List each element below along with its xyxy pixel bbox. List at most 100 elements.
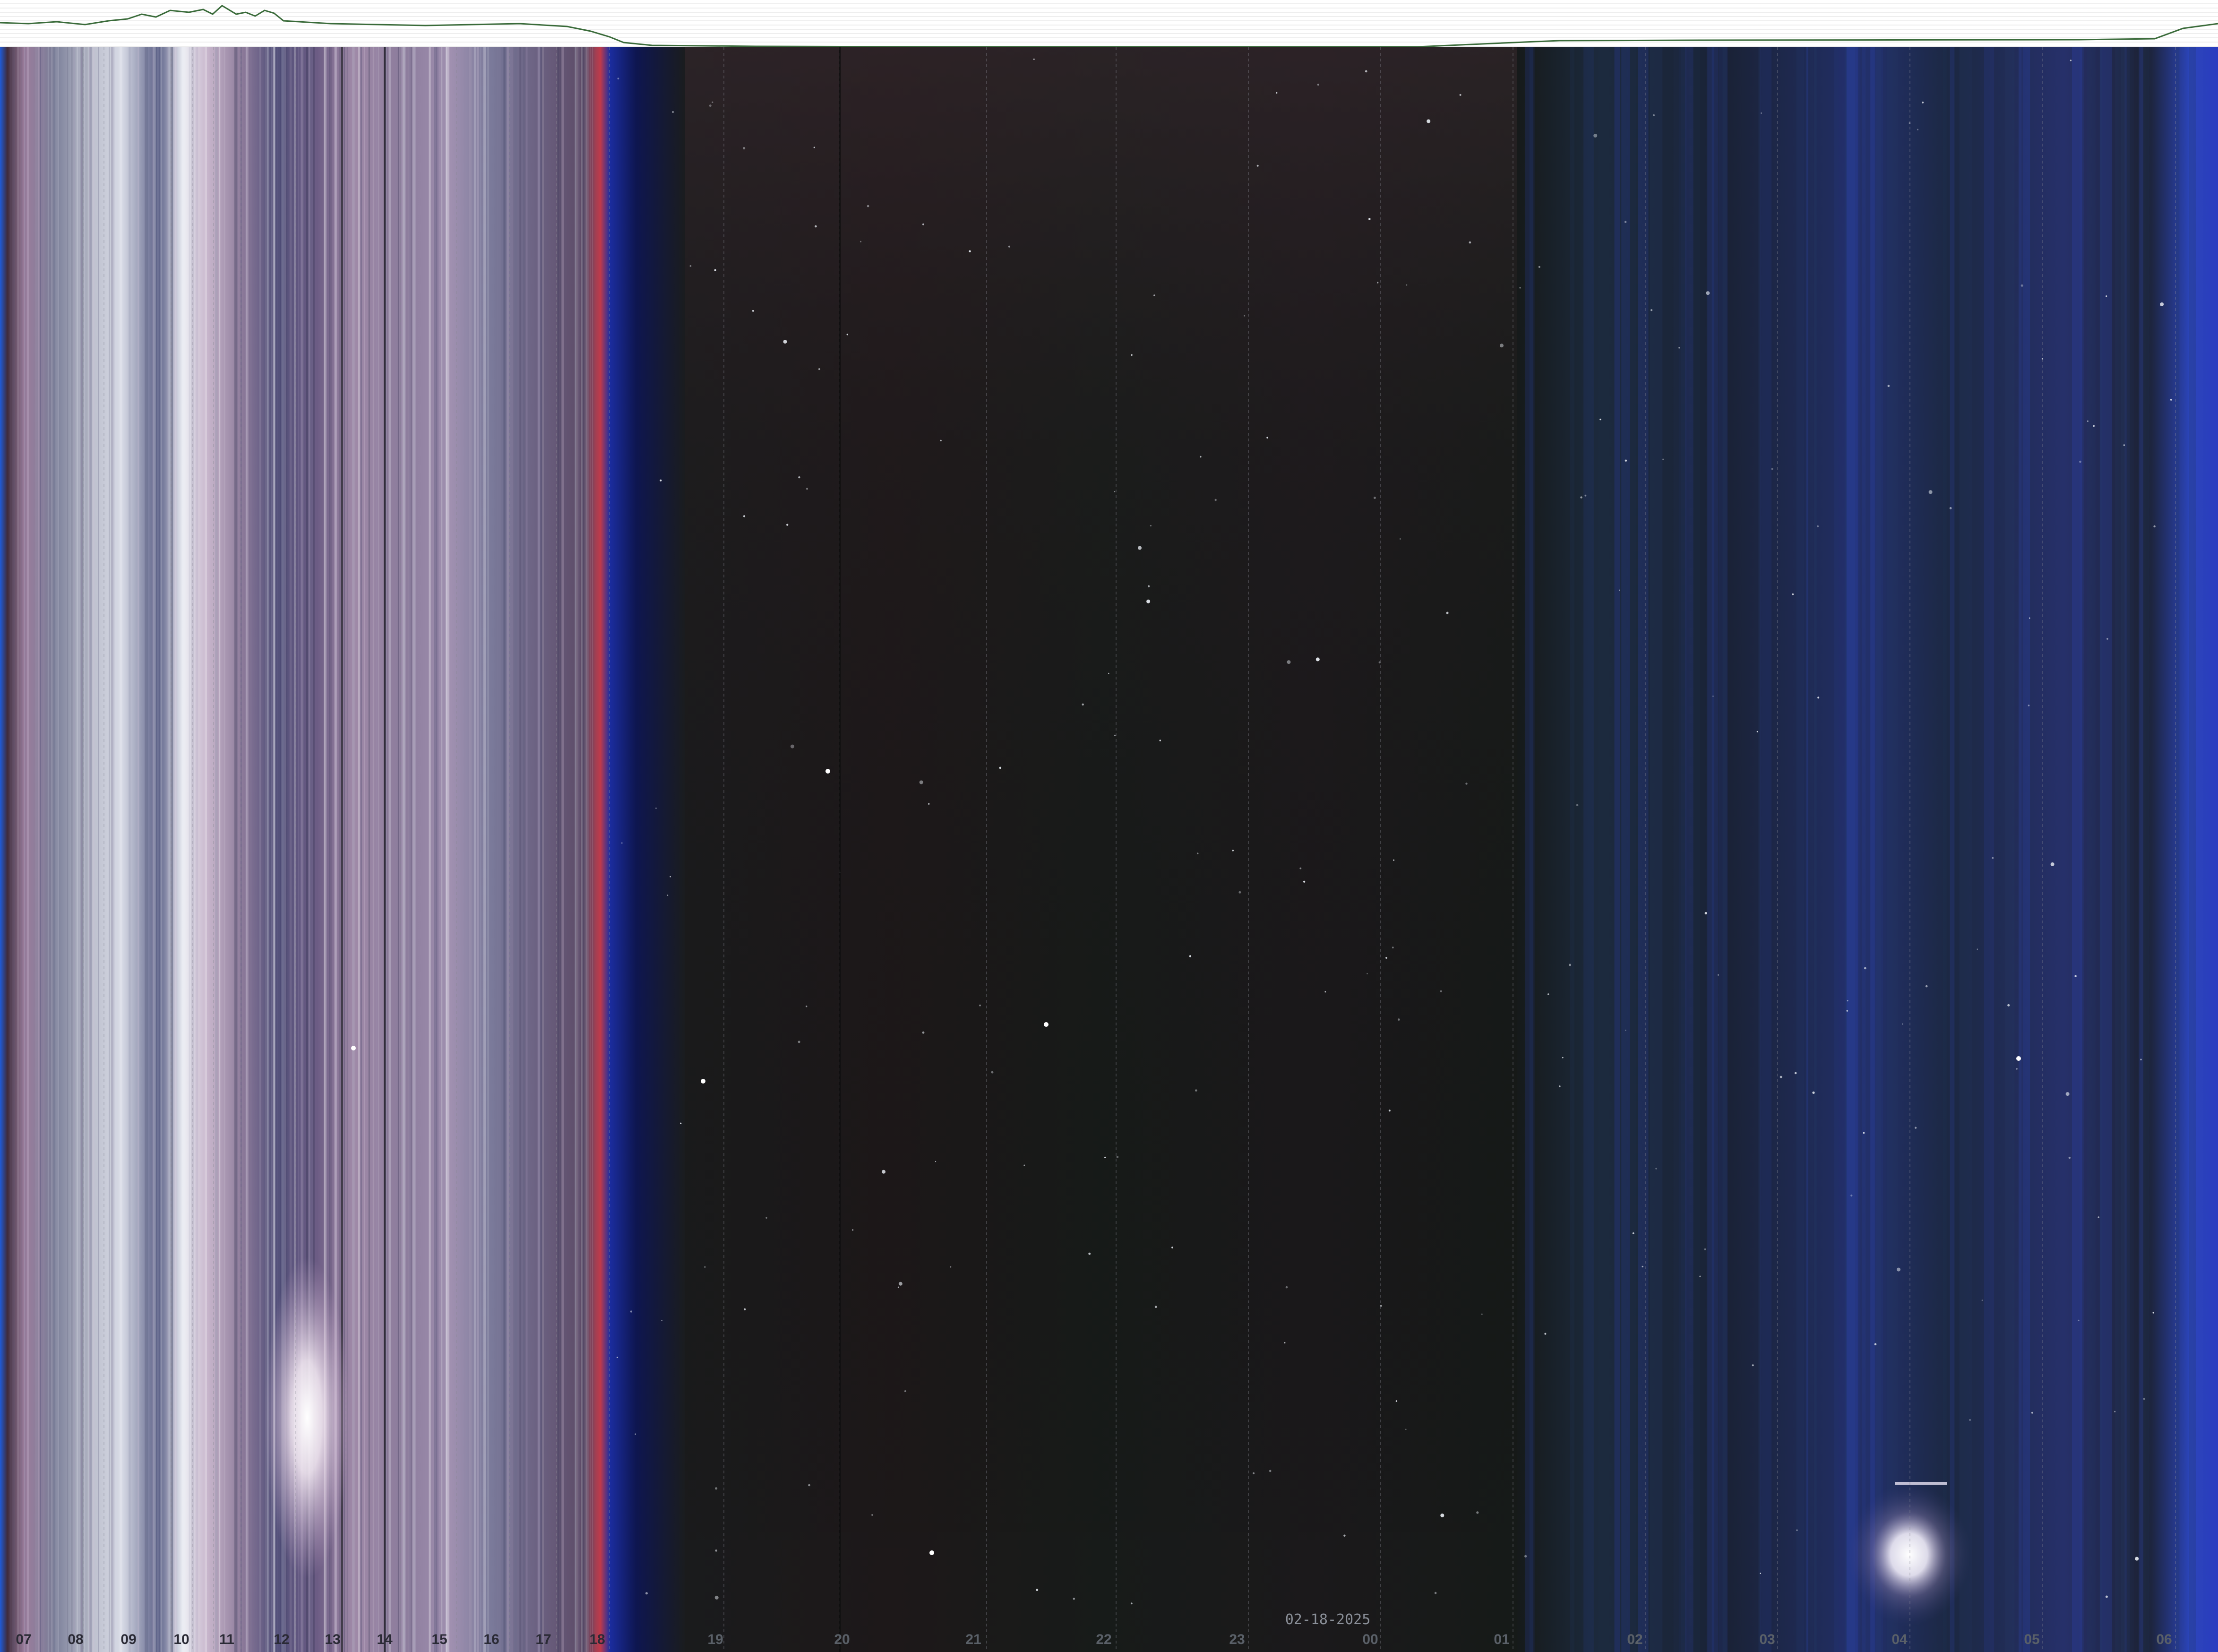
light-streak (184, 47, 185, 1652)
star (1287, 660, 1291, 664)
bright-star (351, 1046, 356, 1050)
star (1315, 657, 1320, 662)
star (1284, 1342, 1286, 1343)
star (1033, 58, 1035, 60)
star (1756, 731, 1758, 732)
star (790, 744, 794, 749)
star (1500, 344, 1504, 348)
light-streak (212, 47, 213, 1652)
sensor-graph (0, 0, 2218, 48)
twilight-streak (2087, 47, 2096, 1652)
star (1717, 974, 1719, 976)
dark-streak (384, 47, 386, 1652)
light-streak (93, 47, 95, 1652)
light-streak (578, 47, 580, 1652)
light-streak (523, 47, 525, 1652)
star (1704, 1248, 1706, 1250)
light-streak (509, 47, 513, 1652)
star (2087, 420, 2089, 422)
light-streak (378, 47, 379, 1652)
star (1519, 287, 1521, 289)
star (2135, 1557, 2139, 1561)
star (2123, 444, 2125, 446)
star (1365, 70, 1367, 73)
star (1036, 1589, 1039, 1592)
light-streak (429, 47, 431, 1652)
star (1082, 703, 1084, 706)
star (1200, 456, 1202, 458)
star (2106, 638, 2108, 640)
star (940, 439, 942, 441)
light-streak (73, 47, 75, 1652)
star (1399, 538, 1401, 540)
light-streak (160, 47, 163, 1652)
twilight-streak (1529, 47, 1535, 1652)
light-streak (81, 47, 82, 1652)
star (667, 895, 669, 896)
light-streak (47, 47, 49, 1652)
star (743, 515, 746, 517)
light-streak (540, 47, 542, 1652)
star (1864, 967, 1866, 970)
star (2016, 1068, 2018, 1070)
twilight-streak (1834, 47, 1847, 1652)
twilight-streak (1722, 47, 1727, 1652)
light-streak (352, 47, 355, 1652)
light-streak (98, 47, 99, 1652)
star (1299, 867, 1302, 869)
light-streak (575, 47, 578, 1652)
star (630, 1310, 632, 1313)
star (660, 479, 662, 482)
light-streak (215, 47, 218, 1652)
star (1138, 546, 1142, 550)
star (709, 104, 712, 107)
light-streak (411, 47, 413, 1652)
twilight-streak (1959, 47, 1972, 1652)
star (1599, 418, 1601, 421)
star (1393, 859, 1395, 861)
star (2007, 1004, 2010, 1007)
star (1324, 991, 1326, 993)
bright-star (2016, 1056, 2021, 1061)
light-streak (21, 47, 23, 1652)
star (1114, 734, 1116, 736)
star (1269, 1470, 1272, 1472)
star (712, 101, 714, 103)
star (680, 1122, 682, 1124)
light-streak (55, 47, 59, 1652)
star (2105, 1595, 2108, 1598)
star (1969, 1419, 1971, 1421)
star (1712, 695, 1714, 697)
star (2020, 284, 2023, 287)
star (1678, 347, 1680, 349)
light-streak (153, 47, 156, 1652)
star (1343, 1534, 1346, 1537)
star (661, 1320, 662, 1322)
star (1760, 1573, 1761, 1574)
star (919, 780, 923, 784)
twilight-streak (1689, 47, 1700, 1652)
light-streak (43, 47, 44, 1652)
star (1847, 1000, 1848, 1002)
light-streak (89, 47, 92, 1652)
star (1949, 507, 1952, 509)
star (1146, 599, 1151, 603)
star (2078, 1319, 2080, 1321)
light-streak (560, 47, 562, 1652)
star (1662, 458, 1664, 460)
twilight-streak (1678, 47, 1687, 1652)
twilight-streak (2124, 47, 2127, 1652)
star (1576, 804, 1579, 806)
star (1446, 611, 1449, 614)
star (1023, 1164, 1025, 1166)
light-streak (473, 47, 477, 1652)
star (655, 807, 657, 809)
star (818, 368, 820, 370)
star (1792, 593, 1794, 595)
star (798, 476, 800, 479)
star (1317, 84, 1319, 86)
star (1153, 294, 1155, 296)
twilight-streak (1886, 47, 1898, 1652)
light-streak (173, 47, 177, 1652)
twilight-streak (1760, 47, 1772, 1652)
